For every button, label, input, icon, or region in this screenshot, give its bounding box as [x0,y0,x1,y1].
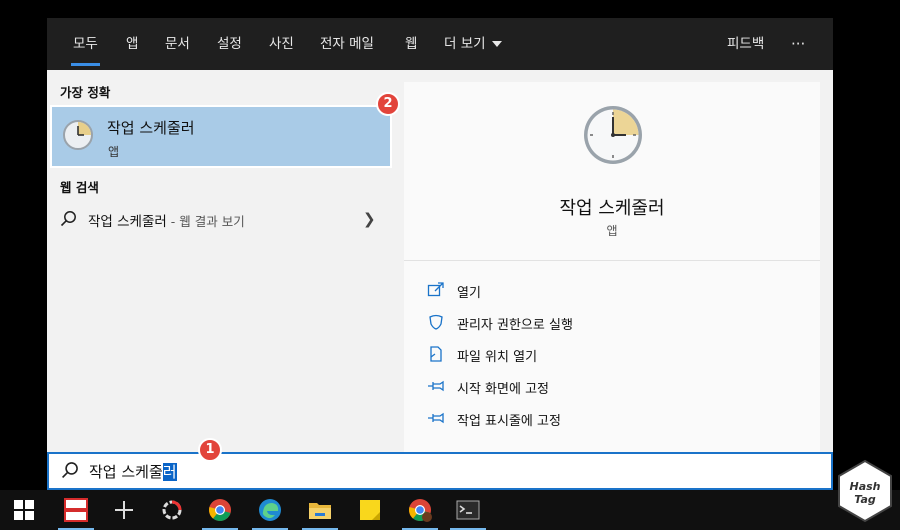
taskbar-app-red[interactable] [52,490,100,530]
more-options-button[interactable]: ··· [791,18,805,70]
web-search-result[interactable]: 작업 스케줄러 - 웹 결과 보기 ❯ [47,203,395,235]
taskbar [0,490,900,530]
taskbar-edge[interactable] [246,490,294,530]
action-open[interactable]: 열기 [427,278,797,302]
taskbar-ring-app[interactable] [148,490,196,530]
action-open-file-location-label: 파일 위치 열기 [457,350,538,365]
pin-icon [428,380,444,392]
taskbar-sticky-notes[interactable] [346,490,394,530]
tab-settings[interactable]: 설정 [217,18,242,70]
action-open-file-location[interactable]: 파일 위치 열기 [427,342,797,366]
edge-icon [259,499,281,521]
task-scheduler-icon [63,120,93,150]
search-input[interactable]: 작업 스케줄러 [89,461,177,482]
tab-more-label: 더 보기 [444,36,486,52]
file-location-icon [430,346,442,362]
tab-all[interactable]: 모두 [71,18,100,70]
hashtag-logo-line1: Hash [849,480,880,493]
taskbar-plus-app[interactable] [100,490,148,530]
best-match-result[interactable]: 작업 스케줄러 앱 [50,105,392,168]
web-search-term: 작업 스케줄러 [88,214,167,230]
best-match-kind: 앱 [108,145,120,159]
preview-divider [404,260,820,261]
chrome-profile-icon [409,499,432,522]
tab-email[interactable]: 전자 메일 [320,18,374,70]
action-run-as-admin-label: 관리자 권한으로 실행 [457,318,573,333]
taskbar-chrome[interactable] [196,490,244,530]
sticky-notes-icon [360,500,380,520]
tab-documents[interactable]: 문서 [165,18,190,70]
task-scheduler-large-icon [584,106,642,164]
preview-kind: 앱 [606,224,618,238]
taskbar-terminal[interactable] [444,490,492,530]
pin-icon [428,412,444,424]
tab-photos[interactable]: 사진 [269,18,294,70]
preview-pane: 작업 스케줄러 앱 열기 관리자 권한으로 실행 파일 위치 열기 시작 화면에… [404,82,820,452]
taskbar-file-explorer[interactable] [296,490,344,530]
hashtag-logo-line2: Tag [854,493,876,506]
results-pane: 가장 정확 작업 스케줄러 앱 웹 검색 작업 스케줄러 - 웹 결과 보기 ❯ [47,70,395,452]
search-icon [60,211,76,227]
plus-icon [115,501,133,519]
windows-start-icon [14,500,34,520]
web-search-heading: 웹 검색 [60,180,99,195]
search-box[interactable]: 작업 스케줄러 [47,452,833,490]
web-search-suffix: - 웹 결과 보기 [166,214,245,229]
best-match-name: 작업 스케줄러 [107,119,195,137]
start-button[interactable] [0,490,48,530]
feedback-button[interactable]: 피드백 [727,18,764,70]
tab-more[interactable]: 더 보기 [444,18,502,70]
step-badge-1: 1 [198,438,222,462]
action-pin-to-taskbar[interactable]: 작업 표시줄에 고정 [427,406,797,430]
best-match-heading: 가장 정확 [60,85,111,100]
action-pin-to-start-label: 시작 화면에 고정 [457,382,549,397]
open-icon [427,282,444,297]
caret-down-icon [491,41,502,47]
taskbar-chrome-profile[interactable] [396,490,444,530]
search-icon [61,462,78,479]
search-filter-bar: 모두 앱 문서 설정 사진 전자 메일 웹 더 보기 피드백 ··· [47,18,833,70]
tab-apps[interactable]: 앱 [126,18,138,70]
app-red-icon [64,498,88,522]
action-run-as-admin[interactable]: 관리자 권한으로 실행 [427,310,797,334]
search-query-text: 작업 스케줄 [89,463,163,481]
terminal-icon [456,500,480,520]
action-pin-to-taskbar-label: 작업 표시줄에 고정 [457,414,561,429]
chevron-right-icon: ❯ [363,210,376,228]
chrome-icon [209,499,231,521]
hashtag-logo: Hash Tag [838,459,892,523]
file-explorer-icon [309,503,331,519]
search-panel: 모두 앱 문서 설정 사진 전자 메일 웹 더 보기 피드백 ··· 가장 정확… [47,18,833,490]
shield-icon [429,314,443,330]
preview-title: 작업 스케줄러 [559,198,665,219]
action-pin-to-start[interactable]: 시작 화면에 고정 [427,374,797,398]
search-query-selection: 러 [162,463,177,481]
action-open-label: 열기 [457,286,481,301]
ring-app-icon [162,500,182,520]
step-badge-2: 2 [376,92,400,116]
tab-web[interactable]: 웹 [405,18,417,70]
